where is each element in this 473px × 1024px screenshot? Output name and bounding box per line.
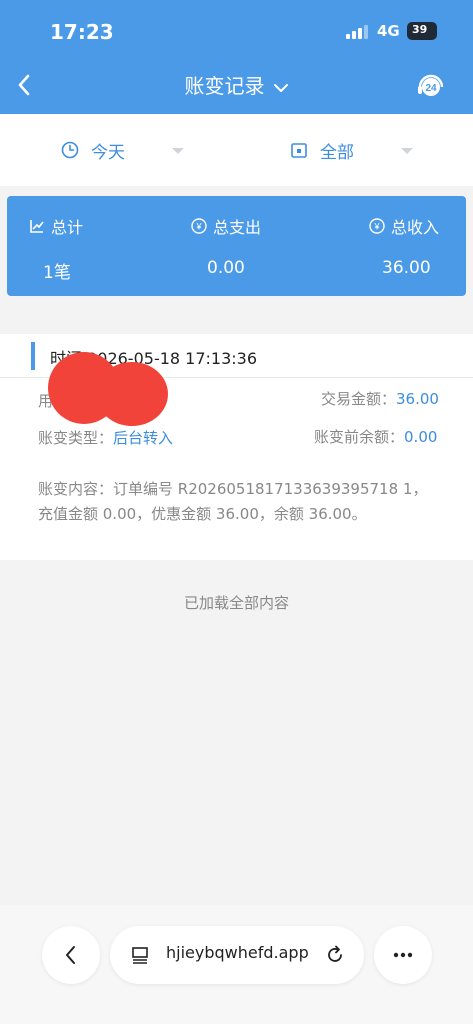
more-icon <box>393 952 413 958</box>
chevron-left-icon <box>66 946 75 964</box>
svg-text:¥: ¥ <box>195 222 202 232</box>
balance-before-field: 账变前余额：0.00 <box>314 426 437 447</box>
summary-total-label: 总计 <box>51 218 84 237</box>
amount-field: 交易金额：36.00 <box>321 388 439 409</box>
summary-income-label: 总收入 <box>391 218 440 237</box>
type-label: 账变类型： <box>38 429 114 447</box>
amount-value: 36.00 <box>396 390 439 408</box>
filter-bar: 今天 全部 <box>0 114 473 186</box>
summary-total: 总计 <box>29 214 83 238</box>
page-title: 账变记录 <box>184 74 265 98</box>
address-bar[interactable]: hjieybqwhefd.app <box>110 926 364 984</box>
summary-expense-value: 0.00 <box>207 258 245 278</box>
signal-icon <box>346 25 370 39</box>
browser-toolbar: hjieybqwhefd.app <box>0 905 473 1024</box>
summary-card: 总计 1笔 ¥ 总支出 0.00 ¥ 总收入 36.00 <box>7 196 466 296</box>
summary-expense-label: 总支出 <box>213 218 262 237</box>
svg-text:¥: ¥ <box>373 222 380 232</box>
type-filter-label: 全部 <box>320 142 354 163</box>
amount-label: 交易金额： <box>321 390 397 408</box>
line-chart-icon <box>30 220 44 233</box>
caret-down-icon <box>401 148 413 154</box>
type-field: 账变类型：后台转入 <box>38 427 173 448</box>
battery-level: 39 <box>412 23 428 36</box>
type-filter[interactable]: 全部 <box>290 138 354 163</box>
summary-income: ¥ 总收入 <box>369 214 439 238</box>
headset-24-icon: 24 <box>418 74 444 96</box>
record-content: 账变内容：订单编号 R2026051817133639395718 1，充值金额… <box>38 480 428 523</box>
summary-total-value: 1笔 <box>43 263 71 283</box>
reload-icon[interactable] <box>324 944 346 966</box>
chevron-down-icon <box>273 83 288 92</box>
browser-back-button[interactable] <box>42 926 100 984</box>
yen-coin-icon: ¥ <box>369 218 385 234</box>
balance-before-label: 账变前余额： <box>314 428 405 446</box>
summary-income-value: 36.00 <box>382 258 431 278</box>
yen-coin-icon: ¥ <box>191 218 207 234</box>
clock-icon <box>61 141 79 159</box>
summary-expense: ¥ 总支出 <box>191 214 261 238</box>
date-filter-label: 今天 <box>91 142 125 163</box>
network-label: 4G <box>377 22 400 40</box>
url-text: hjieybqwhefd.app <box>166 943 309 962</box>
battery-icon: 39 <box>407 22 437 40</box>
svg-text:24: 24 <box>425 83 437 94</box>
page-title-dropdown[interactable]: 账变记录 <box>0 70 473 99</box>
calendar-icon <box>291 143 307 158</box>
tabs-icon <box>132 947 148 964</box>
type-value: 后台转入 <box>113 429 174 447</box>
customer-service-button[interactable]: 24 <box>415 70 447 102</box>
caret-down-icon <box>172 148 184 154</box>
redaction-mark <box>96 362 168 426</box>
app-header: 17:23 4G 39 账变记录 24 <box>0 0 473 114</box>
status-time: 17:23 <box>50 20 114 44</box>
transaction-record-card[interactable]: 时间 2026-05-18 17:13:36 用 交易金额：36.00 账变类型… <box>0 334 473 560</box>
balance-before-value: 0.00 <box>404 428 438 446</box>
list-end-text: 已加载全部内容 <box>183 594 289 612</box>
browser-menu-button[interactable] <box>374 926 432 984</box>
accent-bar <box>31 342 35 370</box>
date-filter[interactable]: 今天 <box>61 138 125 163</box>
